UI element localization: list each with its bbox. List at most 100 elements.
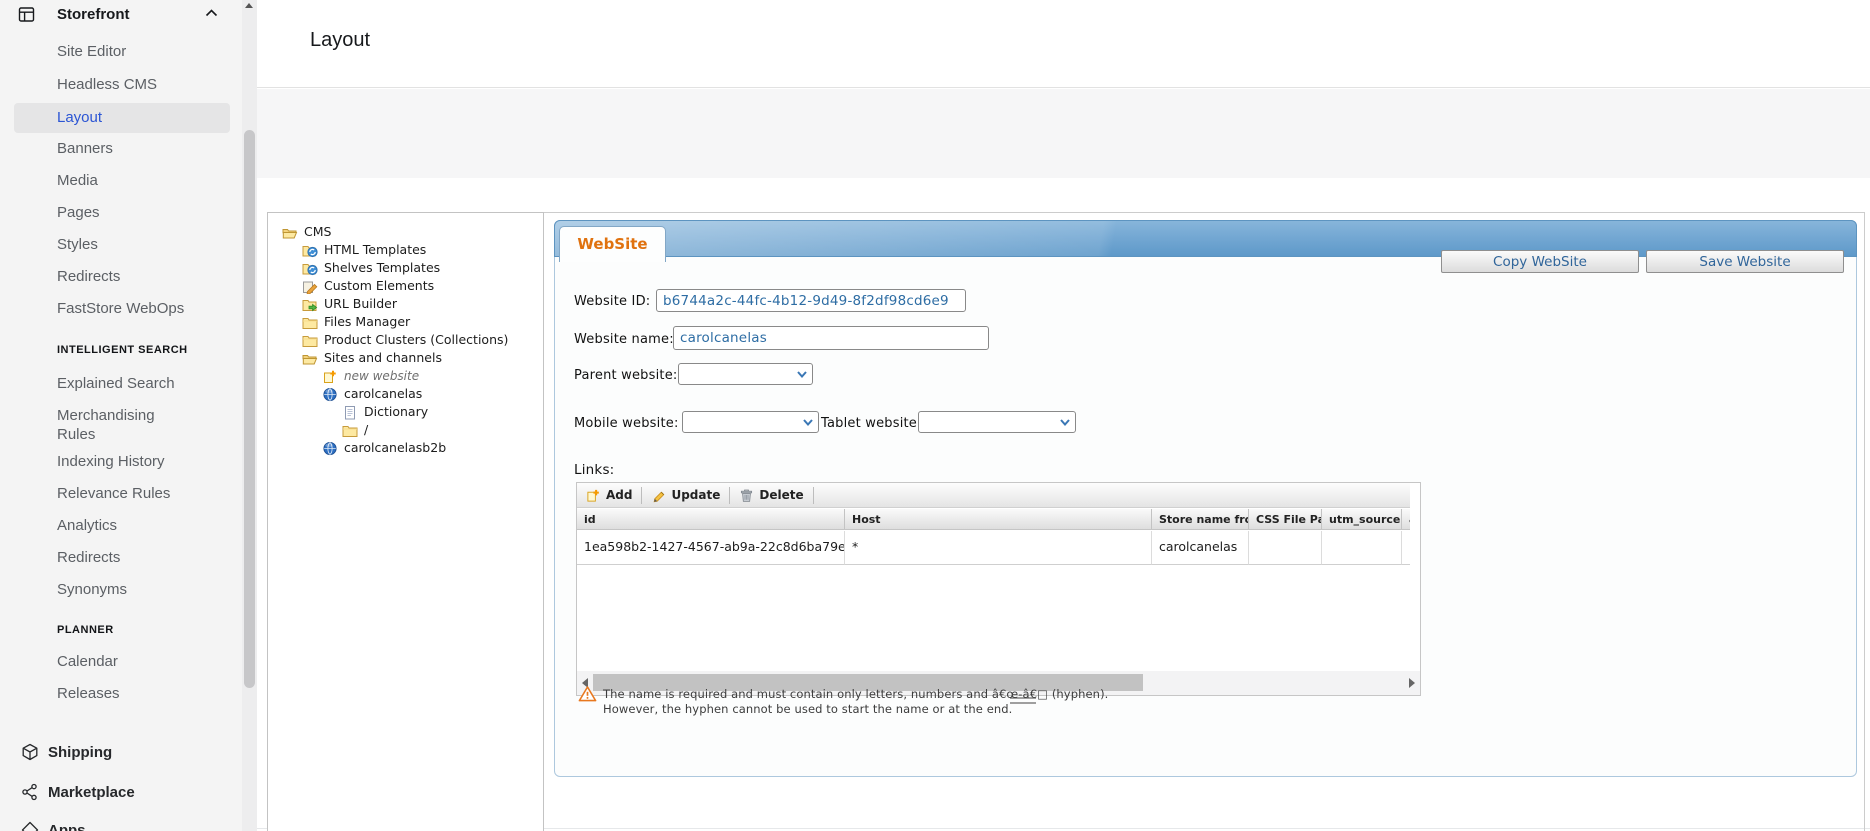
box-icon xyxy=(21,743,39,761)
document-icon xyxy=(342,405,358,420)
cell-partial xyxy=(1402,531,1410,565)
warning-text-line1: The name is required and must contain on… xyxy=(603,687,1109,701)
app-title: Storefront xyxy=(57,6,130,23)
sidebar-item-faststore-webops[interactable]: FastStore WebOps xyxy=(57,299,227,318)
sidebar-item-calendar[interactable]: Calendar xyxy=(57,652,227,671)
sidebar-item-styles[interactable]: Styles xyxy=(57,235,227,254)
column-header-utm-source[interactable]: utm_source xyxy=(1322,509,1402,529)
section-header-planner: PLANNER xyxy=(57,624,114,636)
links-table-row[interactable]: 1ea598b2-1427-4567-ab9a-22c8d6ba79eb * c… xyxy=(577,531,1410,565)
tree-item-dictionary[interactable]: Dictionary xyxy=(268,403,543,421)
scroll-right-arrow-icon[interactable] xyxy=(1409,678,1415,688)
tablet-website-select[interactable] xyxy=(918,411,1076,433)
sidebar-item-marketplace[interactable]: Marketplace xyxy=(0,782,242,806)
diamond-icon xyxy=(21,821,39,831)
cell-css-file-path xyxy=(1249,531,1322,565)
tree-item-html-templates[interactable]: HTML Templates xyxy=(268,241,543,259)
add-icon xyxy=(586,488,601,503)
chevron-up-icon[interactable] xyxy=(205,9,218,18)
tree-item-files-manager[interactable]: Files Manager xyxy=(268,313,543,331)
page-header: Layout xyxy=(257,0,1870,88)
pencil-icon xyxy=(651,488,666,503)
sidebar-item-apps[interactable]: Apps xyxy=(0,820,242,831)
mobile-website-select[interactable] xyxy=(682,411,819,433)
column-header-store-name[interactable]: Store name from LM xyxy=(1152,509,1249,529)
sidebar-item-analytics[interactable]: Analytics xyxy=(57,516,227,535)
tree-item-cms[interactable]: CMS xyxy=(268,223,543,241)
sidebar-header[interactable]: Storefront xyxy=(0,0,242,32)
copy-website-button[interactable]: Copy WebSite xyxy=(1441,250,1639,273)
column-header-id[interactable]: id xyxy=(577,509,845,529)
delete-button[interactable]: Delete xyxy=(730,483,812,508)
tree-item-carolcanelasb2b[interactable]: carolcanelasb2b xyxy=(268,439,543,457)
share-icon xyxy=(21,783,39,801)
section-header-intelligent-search: INTELLIGENT SEARCH xyxy=(57,344,188,356)
sidebar-item-releases[interactable]: Releases xyxy=(57,684,227,703)
page-pencil-icon xyxy=(302,279,318,294)
chevron-down-icon xyxy=(797,371,807,379)
header-subband xyxy=(257,89,1870,178)
tree-item-product-clusters[interactable]: Product Clusters (Collections) xyxy=(268,331,543,349)
links-table-header: id Host Store name from LM CSS File Path… xyxy=(577,509,1410,530)
sidebar-item-merchandising-rules[interactable]: Merchandising Rules xyxy=(57,406,189,444)
sidebar-item-banners[interactable]: Banners xyxy=(57,139,227,158)
legacy-container-right-border xyxy=(1864,212,1865,831)
folder-icon xyxy=(302,333,318,348)
sidebar-item-synonyms[interactable]: Synonyms xyxy=(57,580,227,599)
folder-arrow-icon xyxy=(302,297,318,312)
website-panel: WebSite Copy WebSite Save Website Websit… xyxy=(554,220,1857,777)
sidebar-item-site-editor[interactable]: Site Editor xyxy=(57,42,227,61)
sidebar-item-redirects[interactable]: Redirects xyxy=(57,267,227,286)
toolbar-separator xyxy=(812,486,814,504)
cell-id: 1ea598b2-1427-4567-ab9a-22c8d6ba79eb xyxy=(577,531,845,565)
website-name-input[interactable] xyxy=(673,326,989,350)
cell-store-name: carolcanelas xyxy=(1152,531,1249,565)
column-header-host[interactable]: Host xyxy=(845,509,1152,529)
sidebar-item-layout[interactable]: Layout xyxy=(57,108,227,127)
warning-icon xyxy=(578,685,597,703)
sidebar-item-indexing-history[interactable]: Indexing History xyxy=(57,452,227,471)
sidebar-scrollbar[interactable] xyxy=(242,0,257,831)
sidebar-item-headless-cms[interactable]: Headless CMS xyxy=(57,75,227,94)
template-icon xyxy=(302,261,318,276)
column-header-css-file-path[interactable]: CSS File Path xyxy=(1249,509,1322,529)
sidebar-item-shipping[interactable]: Shipping xyxy=(0,742,242,766)
app-window: Storefront Site Editor Headless CMS Layo… xyxy=(0,0,1870,831)
sidebar-item-media[interactable]: Media xyxy=(57,171,227,190)
tree-item-custom-elements[interactable]: Custom Elements xyxy=(268,277,543,295)
sidebar-item-redirects-search[interactable]: Redirects xyxy=(57,548,227,567)
folder-icon xyxy=(342,423,358,438)
cell-utm-source xyxy=(1322,531,1402,565)
parent-website-select[interactable] xyxy=(678,363,813,385)
sidebar-scrollbar-thumb[interactable] xyxy=(244,130,255,688)
website-name-label: Website name: xyxy=(574,332,674,347)
update-button[interactable]: Update xyxy=(642,483,729,508)
column-header-partial[interactable]: a xyxy=(1402,509,1410,529)
folder-open-icon xyxy=(302,351,318,366)
links-label: Links: xyxy=(574,462,615,478)
website-id-input[interactable] xyxy=(656,289,966,312)
mobile-website-label: Mobile website: xyxy=(574,416,679,431)
folder-open-icon xyxy=(282,225,298,240)
scroll-up-arrow-icon[interactable] xyxy=(245,3,253,8)
cell-host: * xyxy=(845,531,1152,565)
chevron-down-icon xyxy=(803,419,813,427)
tree-item-url-builder[interactable]: URL Builder xyxy=(268,295,543,313)
template-icon xyxy=(302,243,318,258)
tab-website[interactable]: WebSite xyxy=(559,226,666,262)
save-website-button[interactable]: Save Website xyxy=(1646,250,1844,273)
links-grid: Add Update Delete id Host Store name fro… xyxy=(576,482,1421,704)
tree-item-sites-and-channels[interactable]: Sites and channels xyxy=(268,349,543,367)
warning-text-line2: However, the hyphen cannot be used to st… xyxy=(603,702,1013,716)
tree-item-shelves-templates[interactable]: Shelves Templates xyxy=(268,259,543,277)
tree-item-root-path[interactable]: / xyxy=(268,421,543,439)
sidebar-item-pages[interactable]: Pages xyxy=(57,203,227,222)
add-button[interactable]: Add xyxy=(577,483,641,508)
sidebar-item-relevance-rules[interactable]: Relevance Rules xyxy=(57,484,227,503)
tree-item-carolcanelas[interactable]: carolcanelas xyxy=(268,385,543,403)
tree-item-new-website[interactable]: new website xyxy=(268,367,543,385)
page-title: Layout xyxy=(310,29,371,51)
sidebar: Storefront Site Editor Headless CMS Layo… xyxy=(0,0,242,831)
folder-icon xyxy=(302,315,318,330)
sidebar-item-explained-search[interactable]: Explained Search xyxy=(57,374,227,393)
